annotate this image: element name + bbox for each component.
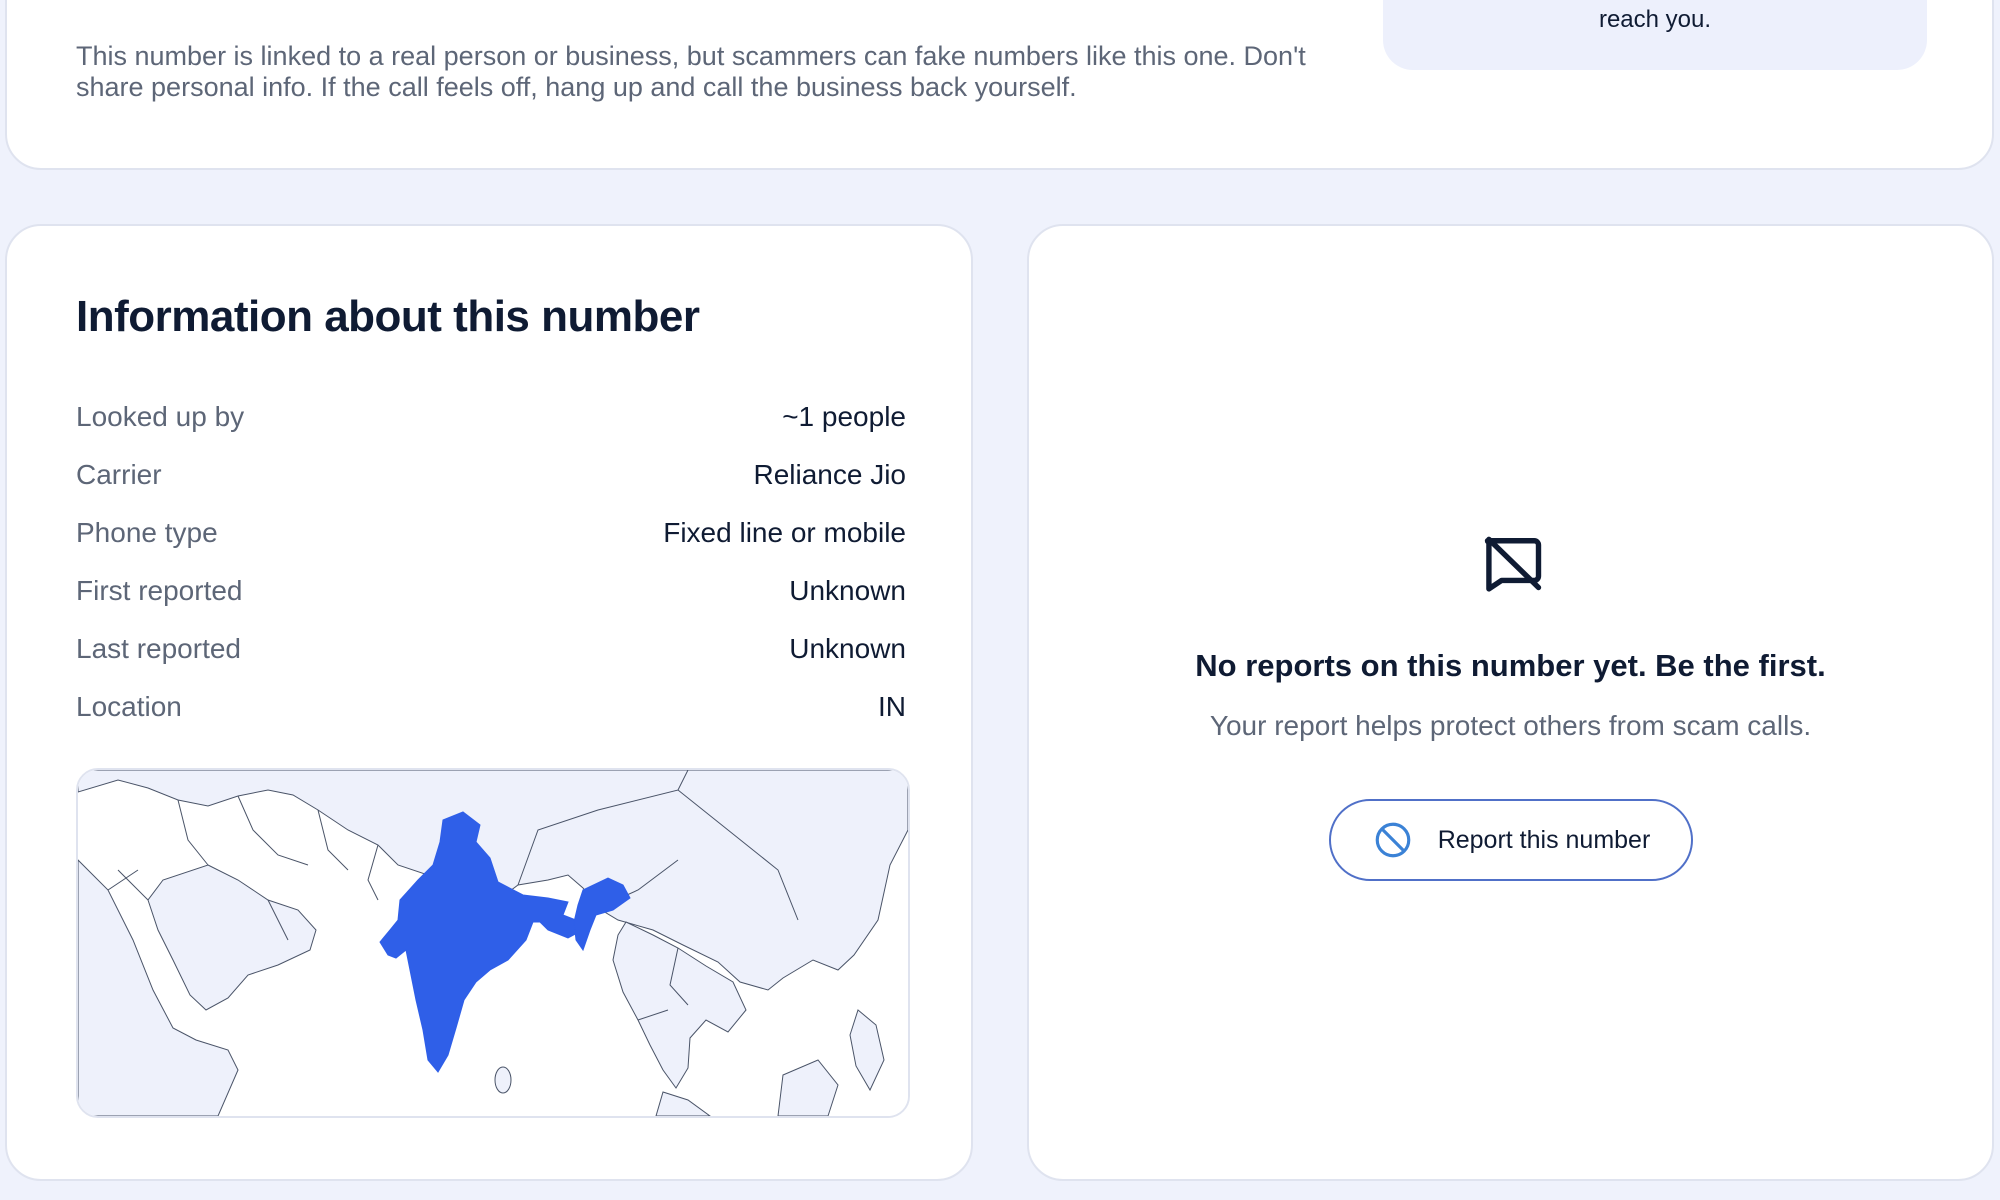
number-info-card: Information about this number Looked up … bbox=[5, 224, 973, 1181]
info-value: Fixed line or mobile bbox=[663, 517, 906, 548]
info-label: First reported bbox=[76, 575, 243, 606]
location-map bbox=[76, 768, 910, 1118]
safety-callout-text: reach you. bbox=[1598, 6, 1712, 33]
empty-state-title: No reports on this number yet. Be the fi… bbox=[1195, 648, 1826, 683]
info-value: Unknown bbox=[789, 575, 906, 606]
empty-state-subtitle: Your report helps protect others from sc… bbox=[1209, 710, 1812, 741]
ban-icon bbox=[1375, 822, 1411, 858]
location-map-svg bbox=[78, 770, 908, 1116]
safety-callout: reach you. bbox=[1383, 0, 1927, 70]
report-number-button[interactable]: Report this number bbox=[1329, 799, 1693, 881]
info-label: Location bbox=[76, 691, 182, 722]
info-value: Unknown bbox=[789, 633, 906, 664]
report-number-label: Report this number bbox=[1437, 825, 1651, 854]
map-land-sri-lanka bbox=[494, 1066, 512, 1094]
reports-card: No reports on this number yet. Be the fi… bbox=[1027, 224, 1994, 1181]
info-label: Looked up by bbox=[76, 401, 245, 432]
info-label: Last reported bbox=[76, 633, 241, 664]
info-value: ~1 people bbox=[782, 401, 906, 432]
info-row-first-reported: First reported Unknown bbox=[76, 562, 906, 620]
info-value: IN bbox=[878, 691, 906, 722]
info-row-carrier: Carrier Reliance Jio bbox=[76, 446, 906, 504]
info-row-phone-type: Phone type Fixed line or mobile bbox=[76, 504, 906, 562]
info-list: Looked up by ~1 people Carrier Reliance … bbox=[76, 388, 906, 736]
safety-card: This number is linked to a real person o… bbox=[5, 0, 1994, 170]
info-title: Information about this number bbox=[76, 292, 700, 341]
info-label: Phone type bbox=[76, 517, 218, 548]
info-label: Carrier bbox=[76, 459, 162, 490]
safety-note: This number is linked to a real person o… bbox=[76, 41, 1306, 102]
message-off-icon bbox=[1484, 536, 1542, 592]
info-row-last-reported: Last reported Unknown bbox=[76, 620, 906, 678]
info-value: Reliance Jio bbox=[753, 459, 906, 490]
info-row-location: Location IN bbox=[76, 678, 906, 736]
info-row-looked-up-by: Looked up by ~1 people bbox=[76, 388, 906, 446]
